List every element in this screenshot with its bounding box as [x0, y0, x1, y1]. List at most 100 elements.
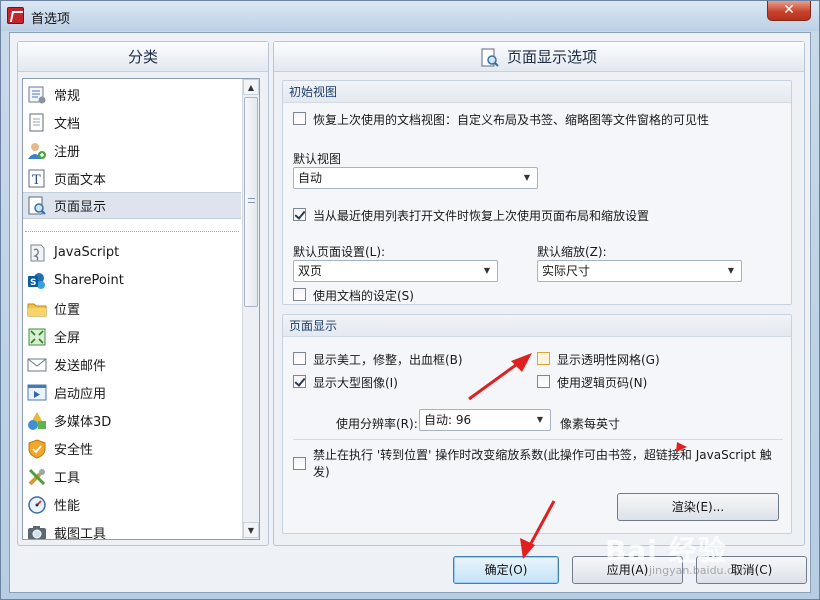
- category-separator: [25, 231, 239, 232]
- category-item-page-text[interactable]: T 页面文本: [23, 165, 241, 192]
- page-setup-label: 默认页面设置(L):: [293, 245, 386, 259]
- dialog-client: 分类 常规 文档 注册 T 页面文本 页面显示 JavaScript S Sha…: [9, 32, 811, 593]
- category-label: 文档: [54, 117, 81, 132]
- shield-icon: [26, 438, 48, 460]
- multimedia-3d-icon: [26, 410, 48, 432]
- resolution-label: 使用分辨率(R):: [336, 417, 418, 431]
- group-divider: [293, 439, 783, 440]
- watermark-brand: Bai 经验: [605, 534, 727, 567]
- page-setup-select[interactable]: 双页 ▼: [293, 260, 498, 282]
- title-bar[interactable]: 首选项 ✕: [1, 1, 819, 31]
- restore-view-label: 恢复上次使用的文档视图：自定义布局及书签、缩略图等文件窗格的可见性: [313, 113, 710, 127]
- app-logo-icon: [7, 7, 24, 24]
- camera-icon: [26, 522, 48, 539]
- general-icon: [26, 84, 48, 106]
- folder-icon: [26, 298, 48, 320]
- category-item-javascript[interactable]: JavaScript: [23, 239, 241, 266]
- default-view-value: 自动: [298, 171, 323, 185]
- chevron-down-icon: ▼: [536, 415, 544, 424]
- use-doc-settings-option[interactable]: 使用文档的设定(S): [293, 287, 414, 304]
- logical-page-option[interactable]: 使用逻辑页码(N): [537, 374, 647, 391]
- preferences-window: 首选项 ✕ 分类 常规 文档 注册 T 页面文本 页面显示 JavaScript…: [0, 0, 820, 600]
- category-item-snapshot[interactable]: 截图工具: [23, 519, 241, 539]
- category-label: SharePoint: [54, 273, 124, 288]
- restore-view-option[interactable]: 恢复上次使用的文档视图：自定义布局及书签、缩略图等文件窗格的可见性: [293, 111, 709, 128]
- show-art-checkbox[interactable]: [293, 352, 306, 365]
- zoom-label: 默认缩放(Z):: [537, 245, 607, 259]
- category-list[interactable]: 常规 文档 注册 T 页面文本 页面显示 JavaScript S ShareP…: [22, 78, 260, 540]
- zoom-select[interactable]: 实际尺寸 ▼: [537, 260, 742, 282]
- category-label: 常规: [54, 89, 81, 104]
- chevron-down-icon: ▼: [727, 266, 735, 275]
- options-header: 页面显示选项: [274, 42, 804, 72]
- use-doc-settings-checkbox[interactable]: [293, 288, 306, 301]
- category-item-location[interactable]: 位置: [23, 295, 241, 322]
- show-large-images-checkbox[interactable]: [293, 375, 306, 388]
- default-view-select[interactable]: 自动 ▼: [293, 167, 538, 189]
- mail-icon: [26, 354, 48, 376]
- page-display-icon: [481, 48, 499, 68]
- category-label: 工具: [54, 471, 81, 486]
- resolution-unit: 像素每英寸: [560, 417, 621, 431]
- scroll-down-arrow-icon[interactable]: ▼: [243, 522, 259, 538]
- tools-icon: [26, 466, 48, 488]
- page-setup-value: 双页: [298, 264, 323, 278]
- svg-text:S: S: [30, 278, 36, 288]
- logical-page-checkbox[interactable]: [537, 375, 550, 388]
- sharepoint-icon: S: [26, 270, 48, 292]
- chevron-down-icon: ▼: [483, 266, 491, 275]
- category-item-send-mail[interactable]: 发送邮件: [23, 351, 241, 378]
- restore-layout-checkbox[interactable]: [293, 208, 306, 221]
- show-grid-option[interactable]: 显示透明性网格(G): [537, 351, 660, 368]
- close-button[interactable]: ✕: [767, 1, 811, 21]
- category-label: 启动应用: [54, 387, 107, 402]
- category-item-fullscreen[interactable]: 全屏: [23, 323, 241, 350]
- show-art-option[interactable]: 显示美工，修整，出血框(B): [293, 351, 463, 368]
- category-label: 多媒体3D: [54, 415, 112, 430]
- category-item-document[interactable]: 文档: [23, 109, 241, 136]
- restore-layout-option[interactable]: 当从最近使用列表打开文件时恢复上次使用页面布局和缩放设置: [293, 207, 649, 224]
- category-item-sharepoint[interactable]: S SharePoint: [23, 267, 241, 294]
- zoom-value: 实际尺寸: [542, 264, 591, 278]
- category-scrollbar[interactable]: ▲ ▼: [242, 79, 259, 539]
- category-item-launch-app[interactable]: 启动应用: [23, 379, 241, 406]
- svg-text:T: T: [32, 173, 41, 188]
- page-display-icon: [26, 195, 48, 217]
- category-item-multimedia-3d[interactable]: 多媒体3D: [23, 407, 241, 434]
- page-display-group: 页面显示 显示美工，修整，出血框(B) 显示透明性网格(G) 显示大型图像(I)…: [282, 314, 792, 534]
- category-label: 全屏: [54, 331, 81, 346]
- show-grid-label: 显示透明性网格(G): [557, 353, 660, 367]
- logical-page-label: 使用逻辑页码(N): [557, 376, 648, 390]
- category-item-register[interactable]: 注册: [23, 137, 241, 164]
- document-icon: [26, 112, 48, 134]
- category-label: JavaScript: [54, 245, 120, 260]
- disable-zoom-option[interactable]: 禁止在执行 '转到位置' 操作时改变缩放系数(此操作可由书签，超链接和 Java…: [293, 447, 783, 481]
- category-item-tools[interactable]: 工具: [23, 463, 241, 490]
- category-label: 页面文本: [54, 173, 107, 188]
- category-label: 性能: [54, 499, 81, 514]
- scroll-thumb[interactable]: [244, 97, 258, 307]
- default-view-label: 默认视图: [293, 152, 342, 166]
- restore-view-checkbox[interactable]: [293, 112, 306, 125]
- render-button[interactable]: 渲染(E)...: [617, 493, 779, 521]
- show-large-images-option[interactable]: 显示大型图像(I): [293, 374, 398, 391]
- disable-zoom-label: 禁止在执行 '转到位置' 操作时改变缩放系数(此操作可由书签，超链接和 Java…: [313, 448, 772, 479]
- category-item-security[interactable]: 安全性: [23, 435, 241, 462]
- show-art-label: 显示美工，修整，出血框(B): [313, 353, 463, 367]
- disable-zoom-checkbox[interactable]: [293, 457, 306, 470]
- ok-button[interactable]: 确定(O): [453, 556, 559, 584]
- category-item-page-display[interactable]: 页面显示: [23, 192, 241, 219]
- javascript-icon: [26, 242, 48, 264]
- category-label: 位置: [54, 303, 81, 318]
- show-large-images-label: 显示大型图像(I): [313, 376, 398, 390]
- options-header-title: 页面显示选项: [506, 48, 597, 66]
- resolution-select[interactable]: 自动: 96 ▼: [419, 409, 551, 431]
- restore-layout-label: 当从最近使用列表打开文件时恢复上次使用页面布局和缩放设置: [313, 209, 650, 223]
- scroll-up-arrow-icon[interactable]: ▲: [243, 79, 259, 95]
- page-text-icon: T: [26, 168, 48, 190]
- category-item-performance[interactable]: 性能: [23, 491, 241, 518]
- category-label: 发送邮件: [54, 359, 107, 374]
- category-item-general[interactable]: 常规: [23, 81, 241, 108]
- show-grid-checkbox[interactable]: [537, 352, 550, 365]
- chevron-down-icon: ▼: [523, 173, 531, 182]
